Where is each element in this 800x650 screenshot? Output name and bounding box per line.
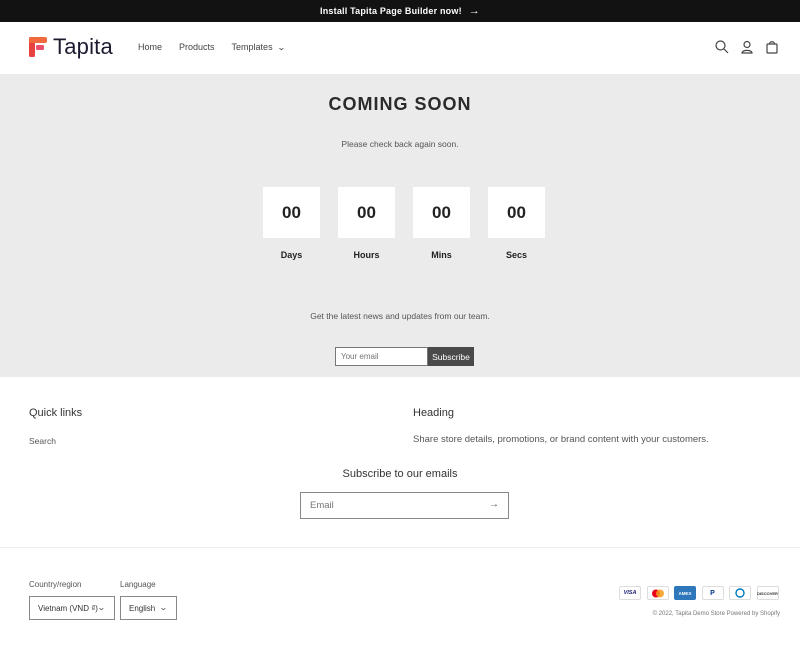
- language-value: English: [129, 603, 156, 613]
- newsletter-text: Get the latest news and updates from our…: [310, 311, 490, 321]
- footer-heading-text: Share store details, promotions, or bran…: [413, 434, 709, 445]
- timer-value: 00: [488, 187, 545, 238]
- search-icon[interactable]: [714, 39, 730, 55]
- subscribe-emails-heading: Subscribe to our emails: [342, 468, 458, 480]
- timer-label: Secs: [505, 250, 528, 260]
- footer-divider: [0, 547, 800, 548]
- footer-link-search[interactable]: Search: [29, 436, 56, 446]
- discover-icon: DISCOVER: [756, 586, 779, 600]
- page-title: COMING SOON: [328, 94, 472, 114]
- nav-products[interactable]: Products: [179, 42, 215, 52]
- coming-soon-section: COMING SOON Please check back again soon…: [0, 74, 800, 377]
- nav-home[interactable]: Home: [138, 42, 162, 52]
- logo-text: Tapita: [53, 34, 113, 59]
- country-label: Country/region: [29, 580, 82, 589]
- nav-templates[interactable]: Templates ⌄: [232, 42, 302, 52]
- tapita-logo-icon: [29, 37, 47, 57]
- hero-email-input[interactable]: [335, 347, 428, 366]
- payment-icons: VISA AMEX P DISCOVER: [619, 586, 779, 600]
- timer-label: Days: [280, 250, 303, 260]
- timer-days: 00 Days: [263, 187, 320, 260]
- footer-email-input[interactable]: [301, 493, 481, 518]
- hero-subtitle: Please check back again soon.: [341, 139, 459, 149]
- timer-label: Hours: [353, 250, 380, 260]
- site-header: Tapita Home Products Templates ⌄: [0, 22, 800, 74]
- announcement-text[interactable]: Install Tapita Page Builder now!: [320, 6, 462, 16]
- timer-mins: 00 Mins: [413, 187, 470, 260]
- logo[interactable]: Tapita: [29, 36, 113, 58]
- copyright-text: © 2022, Tapita Demo Store Powered by Sho…: [652, 611, 780, 617]
- language-label: Language: [120, 580, 156, 589]
- quick-links-heading: Quick links: [29, 407, 83, 419]
- chevron-down-icon: ⌄: [159, 603, 169, 612]
- diners-icon: [729, 586, 751, 600]
- amex-icon: AMEX: [674, 586, 696, 600]
- language-select[interactable]: English ⌄: [120, 596, 177, 620]
- country-select[interactable]: Vietnam (VND ₫) ⌄: [29, 596, 115, 620]
- arrow-right-icon[interactable]: →: [469, 5, 480, 17]
- header-icons: [705, 39, 780, 55]
- hero-subscribe-form: Subscribe: [335, 347, 474, 366]
- arrow-right-icon[interactable]: →: [489, 499, 499, 510]
- chevron-down-icon: ⌄: [97, 603, 107, 612]
- timer-secs: 00 Secs: [488, 187, 545, 260]
- country-value: Vietnam (VND ₫): [38, 603, 98, 613]
- paypal-icon: P: [701, 586, 724, 600]
- visa-icon: VISA: [619, 586, 641, 600]
- cart-icon[interactable]: [764, 39, 780, 55]
- footer-heading: Heading: [413, 407, 454, 419]
- chevron-down-icon: ⌄: [276, 42, 286, 52]
- subscribe-button[interactable]: Subscribe: [428, 347, 474, 366]
- timer-hours: 00 Hours: [338, 187, 395, 260]
- timer-value: 00: [263, 187, 320, 238]
- account-icon[interactable]: [739, 39, 755, 55]
- nav-templates-label: Templates: [231, 42, 273, 52]
- footer-email-field[interactable]: →: [300, 492, 509, 519]
- timer-value: 00: [413, 187, 470, 238]
- timer-label: Mins: [431, 250, 452, 260]
- mastercard-icon: [646, 586, 669, 600]
- announcement-bar[interactable]: Install Tapita Page Builder now! →: [0, 0, 800, 22]
- timer-value: 00: [338, 187, 395, 238]
- main-nav: Home Products Templates ⌄: [138, 42, 318, 52]
